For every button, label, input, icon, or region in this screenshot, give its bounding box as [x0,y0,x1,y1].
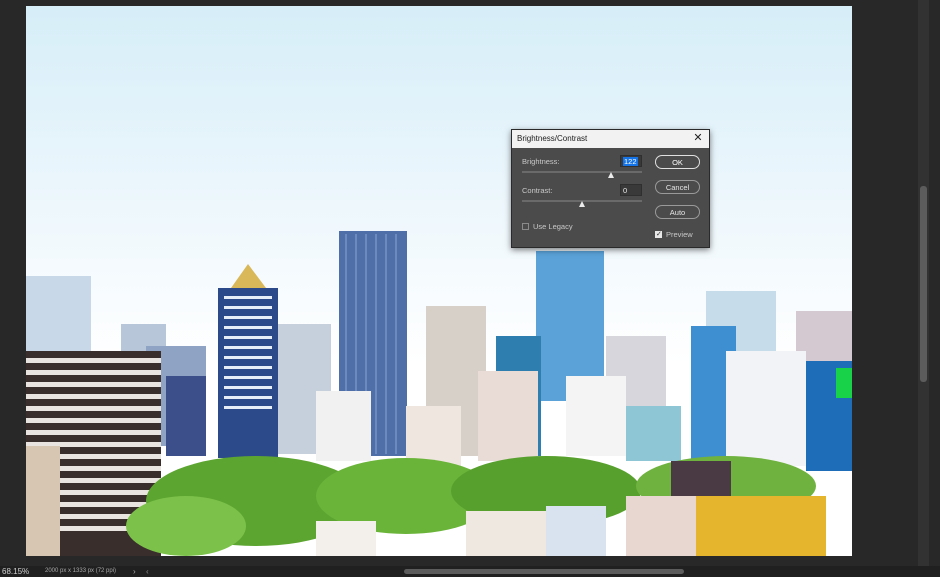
brightness-label: Brightness: [522,157,560,166]
dialog-title: Brightness/Contrast [517,134,588,143]
status-bar: 68.15% 2000 px x 1333 px (72 ppi) › ‹ [0,566,940,577]
document-image[interactable] [26,6,852,556]
brightness-slider-thumb[interactable] [607,172,614,178]
ok-button[interactable]: OK [655,155,700,169]
scroll-left-icon[interactable]: ‹ [146,566,149,577]
preview-checkbox[interactable]: ✓ [655,231,662,238]
zoom-level[interactable]: 68.15% [2,566,29,577]
status-menu-arrow-icon[interactable]: › [133,566,136,577]
brightness-contrast-dialog: Brightness/Contrast ✕ Brightness: 122 Co… [511,129,710,248]
vertical-scroll-thumb[interactable] [920,186,927,382]
contrast-input[interactable]: 0 [620,184,642,196]
canvas-area[interactable]: Brightness/Contrast ✕ Brightness: 122 Co… [0,0,929,566]
auto-button[interactable]: Auto [655,205,700,219]
use-legacy-label: Use Legacy [533,222,573,231]
contrast-slider-thumb[interactable] [579,201,585,207]
brightness-input[interactable]: 122 [620,155,642,167]
brightness-slider[interactable] [522,171,642,173]
city-skyline-image [26,231,852,556]
dialog-titlebar[interactable]: Brightness/Contrast ✕ [512,130,709,148]
contrast-value: 0 [623,186,628,195]
preview-label: Preview [666,230,693,239]
horizontal-scroll-thumb[interactable] [404,569,684,574]
brightness-value: 122 [623,157,638,166]
vertical-scrollbar[interactable] [918,0,929,566]
cancel-button[interactable]: Cancel [655,180,700,194]
close-icon[interactable]: ✕ [691,131,705,146]
use-legacy-checkbox[interactable] [522,223,529,230]
document-info: 2000 px x 1333 px (72 ppi) [45,568,117,574]
contrast-label: Contrast: [522,186,553,195]
